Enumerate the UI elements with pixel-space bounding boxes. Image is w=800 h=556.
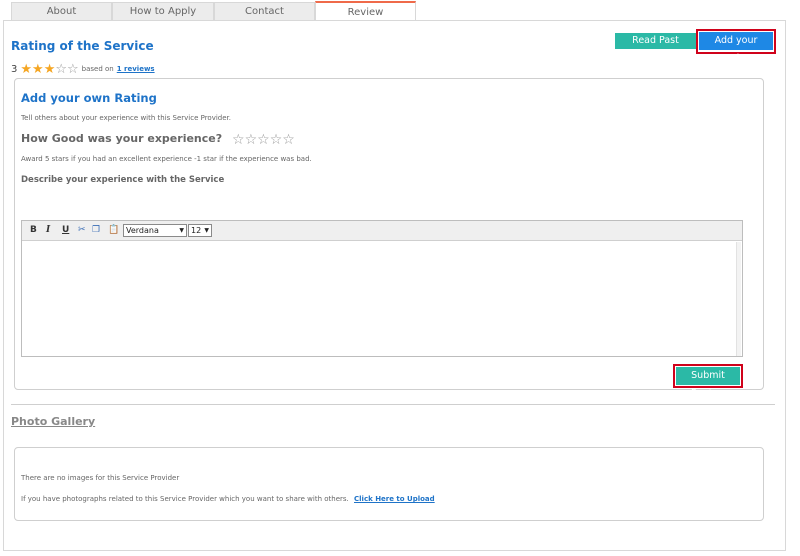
tab-review[interactable]: Review [315, 1, 416, 21]
tab-contact[interactable]: Contact [214, 2, 315, 20]
tab-how-to-apply[interactable]: How to Apply [112, 2, 214, 20]
star-outline-icon[interactable]: ☆ [270, 132, 283, 148]
rating-score: 3 [11, 63, 18, 75]
submit-review-button[interactable]: Submit Review [676, 367, 740, 399]
star-outline-icon: ☆ [67, 61, 79, 77]
gallery-share-row: If you have photographs related to this … [21, 495, 435, 503]
rating-stars: ★★★☆☆ [20, 63, 78, 76]
font-family-select[interactable]: Verdana ▼ [123, 224, 187, 237]
share-text: If you have photographs related to this … [21, 495, 349, 503]
upload-link[interactable]: Click Here to Upload [354, 495, 435, 503]
editor-scrollbar[interactable] [736, 242, 741, 356]
experience-question: How Good was your experience? [21, 132, 223, 145]
review-editor: B I U ✂ ❐ 📋 Verdana ▼ 12 ▼ [21, 220, 743, 357]
section-divider [11, 404, 775, 405]
bold-icon[interactable]: B [30, 225, 37, 235]
tab-about[interactable]: About [11, 2, 112, 20]
star-outline-icon: ☆ [55, 61, 67, 77]
cut-icon[interactable]: ✂ [78, 225, 86, 235]
photo-gallery-title[interactable]: Photo Gallery [11, 415, 95, 428]
font-size-select[interactable]: 12 ▼ [188, 224, 212, 237]
star-icon: ★ [43, 61, 56, 77]
font-size-value: 12 [191, 226, 202, 235]
add-rating-intro: Tell others about your experience with t… [21, 114, 232, 122]
star-outline-icon[interactable]: ☆ [245, 132, 258, 148]
based-on-text: based on [81, 65, 114, 73]
font-family-value: Verdana [126, 226, 159, 235]
star-icon: ★ [20, 61, 33, 77]
experience-star-input[interactable]: ☆☆☆☆☆ [232, 132, 295, 148]
star-icon: ★ [32, 61, 44, 77]
chevron-down-icon: ▼ [179, 227, 184, 234]
rating-hint: Award 5 stars if you had an excellent ex… [21, 155, 312, 163]
tab-bar: About How to Apply Contact Review [11, 1, 416, 21]
rating-summary: 3 ★★★☆☆ based on 1 reviews [11, 62, 155, 76]
gallery-panel [14, 447, 764, 521]
star-outline-icon[interactable]: ☆ [257, 132, 270, 148]
add-your-rating-button[interactable]: Add your Rating [699, 32, 773, 64]
underline-icon[interactable]: U [62, 225, 69, 235]
star-outline-icon[interactable]: ☆ [282, 132, 295, 148]
rating-title: Rating of the Service [11, 39, 154, 53]
copy-icon[interactable]: ❐ [92, 225, 100, 235]
chevron-down-icon: ▼ [204, 227, 209, 234]
paste-icon[interactable]: 📋 [108, 225, 119, 235]
read-past-review-button[interactable]: Read Past Review [615, 33, 696, 62]
no-images-text: There are no images for this Service Pro… [21, 474, 180, 482]
add-rating-title: Add your own Rating [21, 91, 157, 105]
describe-label: Describe your experience with the Servic… [21, 175, 225, 185]
editor-toolbar: B I U ✂ ❐ 📋 Verdana ▼ 12 ▼ [22, 221, 742, 241]
reviews-link[interactable]: 1 reviews [117, 65, 155, 73]
italic-icon[interactable]: I [46, 225, 50, 235]
star-outline-icon[interactable]: ☆ [232, 132, 245, 148]
